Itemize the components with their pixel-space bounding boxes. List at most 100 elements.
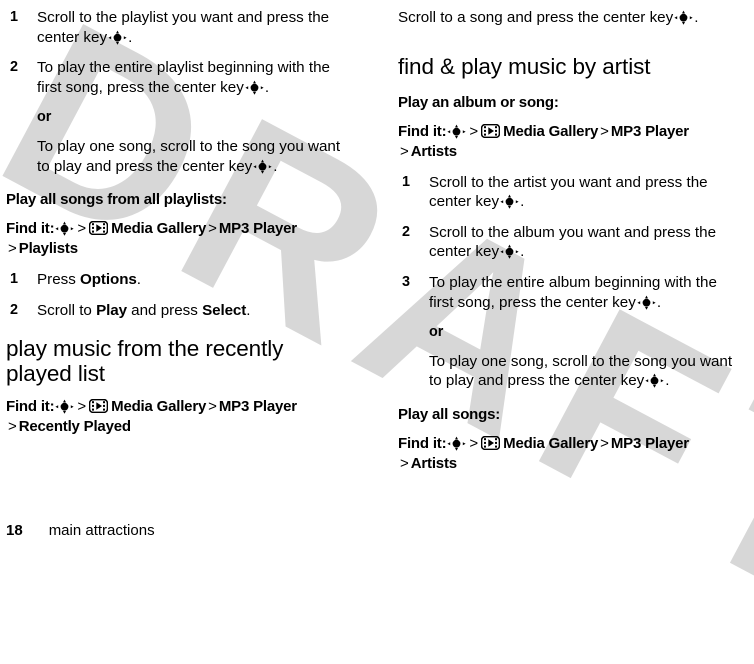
center-key-icon xyxy=(447,436,466,451)
step-text-after: . xyxy=(246,301,251,319)
intro-text-after: . xyxy=(694,9,699,26)
list-item: 1 Scroll to the playlist you want and pr… xyxy=(6,8,346,47)
step-text-after: . xyxy=(128,28,133,46)
step-text: To play the entire album beginning with … xyxy=(429,273,738,312)
center-key-icon xyxy=(674,10,693,25)
step-text-after: . xyxy=(665,372,670,390)
or-label: or xyxy=(37,109,52,126)
step-number: 1 xyxy=(10,9,19,25)
path-separator: > xyxy=(469,122,479,140)
step-text-after: . xyxy=(136,271,141,289)
path-separator: > xyxy=(600,434,609,452)
step-number: 3 xyxy=(402,273,411,290)
media-gallery-icon xyxy=(89,221,108,235)
step-text-before: Scroll to the playlist you want and pres… xyxy=(37,9,330,46)
center-key-icon xyxy=(253,159,272,174)
center-key-icon xyxy=(108,30,127,45)
find-it-path-recently-played: Find it: > Media Gallery > MP3 Player > Recent… xyxy=(6,397,346,437)
page-footer: 18 main attractions xyxy=(6,522,155,539)
path-separator: > xyxy=(400,454,409,472)
step-text: Scroll to the album you want and press t… xyxy=(429,223,738,262)
subheading-label: Play all songs: xyxy=(398,405,501,423)
left-column: 1 Scroll to the playlist you want and pr… xyxy=(6,8,346,448)
step-text-before: To play one song, scroll to the song you… xyxy=(37,137,341,175)
step-number: 2 xyxy=(10,301,19,318)
subheading-label: Play an album or song: xyxy=(398,93,559,111)
step-text-after: . xyxy=(264,78,270,96)
step-text-before: To play the entire playlist beginning wi… xyxy=(37,59,330,96)
center-key-icon xyxy=(55,399,74,414)
center-key-icon xyxy=(500,194,519,209)
list-item: 1 Press Options. xyxy=(6,270,346,290)
path-separator: > xyxy=(8,418,17,436)
footer-chapter-label: main attractions xyxy=(48,522,155,539)
path-separator: > xyxy=(208,220,217,238)
list-item: 1 Scroll to the artist you want and pres… xyxy=(398,173,738,212)
step-text: Scroll to the artist you want and press … xyxy=(429,173,738,212)
path-separator: > xyxy=(77,398,87,416)
step-text-after: . xyxy=(273,157,278,175)
path-separator: > xyxy=(469,434,479,452)
path-item-playlists: Playlists xyxy=(18,240,78,258)
step-text-before: Press xyxy=(37,271,81,289)
list-item: 2 To play the entire playlist beginning … xyxy=(6,58,346,97)
right-column: Scroll to a song and press the center ke… xyxy=(398,8,738,485)
subheading-play-album-or-song: Play an album or song: xyxy=(398,93,738,112)
menu-term-options: Options xyxy=(80,271,137,289)
step-alternative-text: To play one song, scroll to the song you… xyxy=(398,352,738,391)
path-separator: > xyxy=(600,122,609,140)
page-number: 18 xyxy=(6,522,23,539)
path-separator: > xyxy=(208,398,217,416)
list-item: 2 Scroll to Play and press Select. xyxy=(6,301,346,321)
path-item-mp3-player: MP3 Player xyxy=(610,434,689,452)
path-item-mp3-player: MP3 Player xyxy=(610,122,689,140)
find-it-label: Find it: xyxy=(6,220,55,238)
media-gallery-icon xyxy=(89,399,108,413)
step-text-before: Scroll to the album you want and press t… xyxy=(429,223,717,261)
list-item: 3 To play the entire album beginning wit… xyxy=(398,273,738,312)
subheading-label: Play all songs from all playlists: xyxy=(6,191,227,209)
find-it-path-playlists: Find it: > Media Gallery > MP3 Player > Playli… xyxy=(6,219,346,259)
list-item: 2 Scroll to the album you want and press… xyxy=(398,223,738,262)
find-it-label: Find it: xyxy=(398,122,447,140)
media-gallery-icon xyxy=(481,124,500,138)
center-key-icon xyxy=(447,124,466,139)
find-it-label: Find it: xyxy=(398,434,447,452)
step-text-before: To play one song, scroll to the song you… xyxy=(429,352,733,390)
step-text: Scroll to Play and press Select. xyxy=(37,301,346,321)
intro-text: Scroll to a song and press the center ke… xyxy=(398,8,738,28)
center-key-icon xyxy=(55,221,74,236)
find-it-path-artists-2: Find it: > Media Gallery > MP3 Player > Artist… xyxy=(398,434,738,474)
step-text-before: To play the entire album beginning with … xyxy=(429,273,717,311)
section-heading-find-play-by-artist: find & play music by artist xyxy=(398,53,651,79)
path-separator: > xyxy=(400,142,409,160)
center-key-icon xyxy=(245,80,264,95)
center-key-icon xyxy=(500,244,519,259)
step-number: 1 xyxy=(402,173,411,190)
path-item-artists: Artists xyxy=(410,454,457,472)
step-text-before: Scroll to the artist you want and press … xyxy=(429,173,708,211)
menu-term-select: Select xyxy=(202,301,247,319)
path-separator: > xyxy=(8,240,17,258)
step-text: Scroll to the playlist you want and pres… xyxy=(37,8,346,47)
path-item-mp3-player: MP3 Player xyxy=(218,220,297,238)
path-item-media-gallery: Media Gallery xyxy=(503,122,599,140)
find-it-path-artists-1: Find it: > Media Gallery > MP3 Player > Artist… xyxy=(398,122,738,162)
step-alternative-text: To play one song, scroll to the song you… xyxy=(6,137,346,176)
subheading-play-all-songs: Play all songs: xyxy=(398,405,738,424)
step-number: 2 xyxy=(402,223,411,240)
center-key-icon xyxy=(637,295,656,310)
intro-text-before: Scroll to a song and press the center ke… xyxy=(398,9,674,26)
step-text-before: Scroll to xyxy=(37,301,97,319)
step-text: Press Options. xyxy=(37,270,346,290)
step-text: To play the entire playlist beginning wi… xyxy=(37,58,346,97)
center-key-icon xyxy=(645,373,664,388)
step-text-after: . xyxy=(656,293,662,311)
section-heading-recently-played: play music from the recently played list xyxy=(6,336,284,387)
step-text-after: . xyxy=(520,243,525,261)
path-item-media-gallery: Media Gallery xyxy=(111,220,207,238)
media-gallery-icon xyxy=(481,436,500,450)
find-it-label: Find it: xyxy=(6,398,55,416)
menu-term-play: Play xyxy=(96,301,127,319)
step-number: 1 xyxy=(10,271,19,288)
